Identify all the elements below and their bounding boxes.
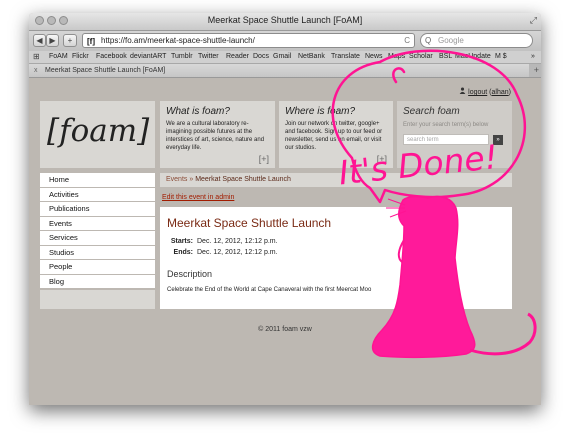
nav-item-events[interactable]: Events — [40, 216, 155, 231]
ends-label: Ends: — [173, 249, 193, 256]
bookmark-item[interactable]: Maps — [388, 51, 405, 63]
reload-icon[interactable]: C — [404, 34, 410, 47]
search-hint: Enter your search term(s) below — [403, 122, 489, 128]
bookmarks-bar: ⊞ FoAM Flickr Facebook deviantART Tumblr… — [29, 51, 541, 64]
description-heading: Description — [167, 269, 213, 279]
event-content: Meerkat Space Shuttle Launch Starts: Dec.… — [160, 207, 512, 309]
panel-body: We are a cultural laboratory re-imaginin… — [166, 121, 265, 151]
nav-item-studios[interactable]: Studios — [40, 245, 155, 260]
browser-search-field[interactable]: Q Google — [420, 33, 533, 48]
bookmark-item[interactable]: Twitter — [198, 51, 219, 63]
nav-item-activities[interactable]: Activities — [40, 187, 155, 202]
address-bar[interactable]: [f] https://fo.am/meerkat-space-shuttle-… — [82, 33, 415, 48]
new-tab-button[interactable]: + — [63, 34, 77, 47]
bookmark-item[interactable]: NetBank — [298, 51, 325, 63]
ends-value: Dec. 12, 2012, 12:12 p.m. — [197, 249, 278, 256]
bookmark-item[interactable]: News — [365, 51, 383, 63]
search-foam-panel: Search foam Enter your search term(s) be… — [397, 101, 512, 168]
starts-row: Starts: Dec. 12, 2012, 12:12 p.m. — [167, 238, 278, 245]
what-is-foam-panel: What is foam? We are a cultural laborato… — [160, 101, 275, 168]
panel-title: Where is foam? — [285, 106, 356, 117]
forward-button[interactable]: ▶ — [46, 34, 59, 47]
breadcrumb: Events » Meerkat Space Shuttle Launch — [160, 173, 512, 187]
bookmarks-overflow-icon[interactable]: » — [531, 51, 535, 63]
nav-item-services[interactable]: Services — [40, 231, 155, 246]
tab-close-icon[interactable]: x — [34, 64, 38, 77]
fullscreen-icon[interactable]: ⤢ — [530, 15, 537, 26]
starts-value: Dec. 12, 2012, 12:12 p.m. — [197, 238, 278, 245]
sidebar-footer — [40, 290, 155, 309]
nav-item-home[interactable]: Home — [40, 173, 155, 188]
bookmark-item[interactable]: BSL — [439, 51, 452, 63]
username-link[interactable]: alhan — [492, 89, 509, 96]
more-link[interactable]: [+] — [377, 154, 387, 164]
panel-title: Search foam — [403, 106, 460, 117]
bookmark-item[interactable]: Reader — [226, 51, 249, 63]
bookmark-item[interactable]: FoAM — [49, 51, 68, 63]
logo-text: [foam] — [47, 113, 150, 149]
bookmarks-icon[interactable]: ⊞ — [33, 51, 40, 63]
search-input[interactable]: search term — [403, 134, 489, 145]
nav-item-blog[interactable]: Blog — [40, 274, 155, 289]
back-button[interactable]: ◀ — [33, 34, 46, 47]
window-title: Meerkat Space Shuttle Launch [FoAM] — [207, 15, 363, 25]
url-text: https://fo.am/meerkat-space-shuttle-laun… — [101, 36, 255, 45]
edit-event-link[interactable]: Edit this event in admin — [162, 194, 234, 201]
tab-title: Meerkat Space Shuttle Launch [FoAM] — [45, 67, 166, 74]
bookmark-item[interactable]: Docs — [253, 51, 269, 63]
person-icon — [459, 87, 466, 94]
add-tab-icon[interactable]: + — [534, 64, 539, 77]
user-links: logout (alhan) — [459, 87, 511, 96]
event-description: Celebrate the End of the World at Cape C… — [167, 287, 372, 293]
browser-search-placeholder: Google — [438, 36, 464, 45]
browser-toolbar: ◀ ▶ + [f] https://fo.am/meerkat-space-sh… — [29, 31, 541, 51]
event-title: Meerkat Space Shuttle Launch — [167, 216, 332, 230]
browser-tab[interactable]: x Meerkat Space Shuttle Launch [FoAM] — [29, 64, 529, 77]
browser-window: Meerkat Space Shuttle Launch [FoAM] ⤢ ◀ … — [29, 13, 541, 405]
panel-body: Join our network on twitter, google+ and… — [285, 121, 383, 151]
bookmark-item[interactable]: Flickr — [72, 51, 89, 63]
tab-bar: x Meerkat Space Shuttle Launch [FoAM] + — [29, 64, 541, 78]
breadcrumb-events-link[interactable]: Events — [166, 176, 187, 183]
ends-row: Ends: Dec. 12, 2012, 12:12 p.m. — [167, 249, 278, 256]
bookmark-item[interactable]: Scholar — [409, 51, 433, 63]
nav-item-publications[interactable]: Publications — [40, 202, 155, 217]
bookmark-item[interactable]: M $ — [495, 51, 507, 63]
bookmark-item[interactable]: MacUpdate — [455, 51, 491, 63]
breadcrumb-current: Meerkat Space Shuttle Launch — [195, 176, 291, 183]
where-is-foam-panel: Where is foam? Join our network on twitt… — [279, 101, 393, 168]
panel-title: What is foam? — [166, 106, 230, 117]
more-link[interactable]: [+] — [259, 154, 269, 164]
logout-link[interactable]: logout — [468, 89, 487, 96]
search-submit-button[interactable]: » — [493, 135, 503, 145]
foam-logo[interactable]: [foam] — [40, 101, 155, 168]
bookmark-item[interactable]: deviantART — [130, 51, 166, 63]
search-icon: Q — [425, 36, 432, 45]
bookmark-item[interactable]: Tumblr — [171, 51, 193, 63]
starts-label: Starts: — [170, 238, 193, 245]
bookmark-item[interactable]: Gmail — [273, 51, 291, 63]
main-nav: Home Activities Publications Events Serv… — [40, 173, 155, 289]
nav-item-people[interactable]: People — [40, 260, 155, 275]
web-page: logout (alhan) [foam] What is foam? We a… — [29, 78, 541, 405]
title-bar: Meerkat Space Shuttle Launch [FoAM] ⤢ — [29, 13, 541, 31]
bookmark-item[interactable]: Facebook — [96, 51, 127, 63]
site-favicon-icon: [f] — [87, 37, 95, 46]
bookmark-item[interactable]: Translate — [331, 51, 360, 63]
page-footer: © 2011 foam vzw — [258, 326, 312, 333]
